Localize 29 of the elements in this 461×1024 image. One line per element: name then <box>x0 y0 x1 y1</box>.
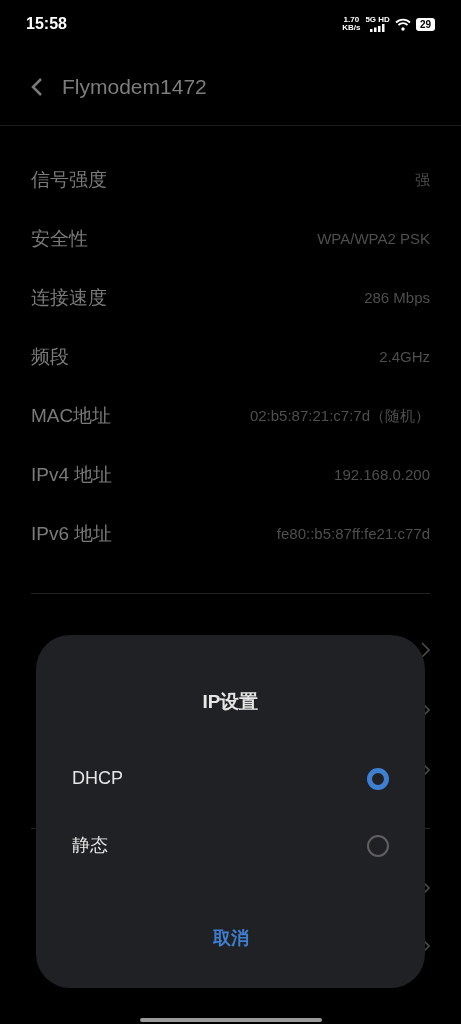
chevron-icon <box>421 642 430 658</box>
signal-icon <box>370 24 386 32</box>
cancel-button[interactable]: 取消 <box>212 925 249 952</box>
option-label[interactable]: 静态 <box>72 832 108 859</box>
detail-value: 286 Mbps <box>364 288 430 309</box>
radio-button[interactable] <box>367 767 389 790</box>
detail-label: 频段 <box>31 345 69 370</box>
battery-indicator: 29 <box>415 17 435 31</box>
option-label[interactable]: DHCP <box>72 765 123 792</box>
detail-label: 连接速度 <box>31 286 107 311</box>
dialog-title: IP设置 <box>202 689 259 714</box>
detail-label: IPv4 地址 <box>31 463 113 488</box>
detail-label: 信号强度 <box>31 168 107 193</box>
detail-value: 02:b5:87:21:c7:7d（随机） <box>249 406 430 427</box>
detail-label: 安全性 <box>31 227 88 252</box>
network-type: 5G HD <box>365 16 390 24</box>
detail-value: WPA/WPA2 PSK <box>317 229 430 250</box>
detail-value: fe80::b5:87ff:fe21:c77d <box>276 524 430 545</box>
network-speed: 1.70 KB/s <box>342 16 361 32</box>
detail-value: 192.168.0.200 <box>334 465 430 486</box>
detail-value: 强 <box>415 170 430 191</box>
page-title: Flymodem1472 <box>62 73 207 100</box>
detail-label: IPv6 地址 <box>31 522 113 547</box>
detail-label: MAC地址 <box>31 404 112 429</box>
wifi-icon <box>394 17 411 31</box>
back-button[interactable] <box>30 76 44 97</box>
status-time: 15:58 <box>26 14 67 34</box>
detail-value: 2.4GHz <box>379 347 430 368</box>
radio-button[interactable] <box>367 834 389 857</box>
